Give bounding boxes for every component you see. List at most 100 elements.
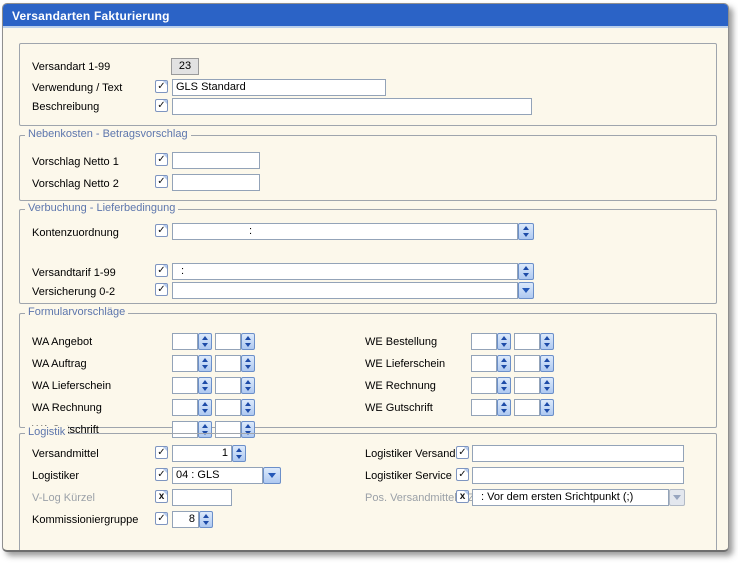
we-gutschrift-label: WE Gutschrift xyxy=(365,402,433,414)
nebenkosten-group-title: Nebenkosten - Betragsvorschlag xyxy=(25,128,191,140)
versandmittel-checkbox[interactable]: ✓ xyxy=(155,446,168,459)
kontenzuordnung-select[interactable]: : xyxy=(172,223,518,240)
we-lieferschein-spinner-1[interactable] xyxy=(497,355,511,372)
up-down-arrows-icon xyxy=(498,378,510,393)
group-formular: Formularvorschläge WA Angebot WA Auftrag… xyxy=(19,313,717,428)
we-rechnung-field-2[interactable] xyxy=(514,377,540,394)
wa-lieferschein-field-1[interactable] xyxy=(172,377,198,394)
wa-rechnung-field-1[interactable] xyxy=(172,399,198,416)
wa-rechnung-field-2[interactable] xyxy=(215,399,241,416)
logistiker-versandart-label: Logistiker Versandart xyxy=(365,448,468,460)
versicherung-dropdown-button[interactable] xyxy=(518,282,534,299)
pos-versandmittel-kz-dropdown-button xyxy=(669,489,685,506)
we-bestellung-spinner-1[interactable] xyxy=(497,333,511,350)
wa-rechnung-spinner-1[interactable] xyxy=(198,399,212,416)
kontenzuordnung-spinner-button[interactable] xyxy=(518,223,534,240)
group-nebenkosten: Nebenkosten - Betragsvorschlag Vorschlag… xyxy=(19,135,717,201)
netto2-input[interactable] xyxy=(172,174,260,191)
down-arrow-icon xyxy=(264,468,280,483)
up-down-arrows-icon xyxy=(541,334,553,349)
folded-corner-icon xyxy=(163,81,167,85)
wa-lieferschein-field-2[interactable] xyxy=(215,377,241,394)
kommissioniergruppe-spinner-button[interactable] xyxy=(199,511,213,528)
we-lieferschein-field-1[interactable] xyxy=(471,355,497,372)
wa-lieferschein-spinner-1[interactable] xyxy=(198,377,212,394)
up-down-arrows-icon xyxy=(242,334,254,349)
vlog-kuerzel-checkbox[interactable]: x xyxy=(155,490,168,503)
formular-group-title: Formularvorschläge xyxy=(25,306,128,318)
wa-auftrag-spinner-1[interactable] xyxy=(198,355,212,372)
wa-auftrag-spinner-2[interactable] xyxy=(241,355,255,372)
kommissioniergruppe-checkbox[interactable]: ✓ xyxy=(155,512,168,525)
we-bestellung-label: WE Bestellung xyxy=(365,336,437,348)
we-rechnung-spinner-1[interactable] xyxy=(497,377,511,394)
logistiker-versandart-input[interactable] xyxy=(472,445,684,462)
folded-corner-icon xyxy=(163,154,167,158)
up-down-arrows-icon xyxy=(199,378,211,393)
vlog-kuerzel-label: V-Log Kürzel xyxy=(32,492,95,504)
up-down-arrows-icon xyxy=(541,378,553,393)
logistiker-service-input[interactable] xyxy=(472,467,684,484)
up-down-arrows-icon xyxy=(200,512,212,527)
we-gutschrift-field-1[interactable] xyxy=(471,399,497,416)
versandmittel-input[interactable]: 1 xyxy=(172,445,232,462)
up-down-arrows-icon xyxy=(199,356,211,371)
we-bestellung-spinner-2[interactable] xyxy=(540,333,554,350)
down-arrow-icon xyxy=(670,490,684,505)
beschreibung-checkbox[interactable]: ✓ xyxy=(155,99,168,112)
folded-corner-icon xyxy=(163,176,167,180)
we-gutschrift-spinner-2[interactable] xyxy=(540,399,554,416)
up-down-arrows-icon xyxy=(498,400,510,415)
we-lieferschein-field-2[interactable] xyxy=(514,355,540,372)
wa-rechnung-spinner-2[interactable] xyxy=(241,399,255,416)
netto1-input[interactable] xyxy=(172,152,260,169)
versandtarif-label: Versandtarif 1-99 xyxy=(32,267,116,279)
kommissioniergruppe-input[interactable]: 8 xyxy=(172,511,199,528)
wa-angebot-field-2[interactable] xyxy=(215,333,241,350)
we-lieferschein-spinner-2[interactable] xyxy=(540,355,554,372)
netto2-checkbox[interactable]: ✓ xyxy=(155,175,168,188)
versandmittel-spinner-button[interactable] xyxy=(232,445,246,462)
kontenzuordnung-checkbox[interactable]: ✓ xyxy=(155,224,168,237)
versandtarif-select[interactable]: : xyxy=(172,263,518,280)
vlog-kuerzel-input[interactable] xyxy=(172,489,232,506)
verwendung-checkbox[interactable]: ✓ xyxy=(155,80,168,93)
wa-lieferschein-spinner-2[interactable] xyxy=(241,377,255,394)
we-rechnung-spinner-2[interactable] xyxy=(540,377,554,394)
versandarten-window: Versandarten Fakturierung Versandart 1-9… xyxy=(2,3,729,552)
wa-auftrag-field-2[interactable] xyxy=(215,355,241,372)
versicherung-select[interactable] xyxy=(172,282,518,299)
we-gutschrift-spinner-1[interactable] xyxy=(497,399,511,416)
beschreibung-input[interactable] xyxy=(172,98,532,115)
versandtarif-spinner-button[interactable] xyxy=(518,263,534,280)
wa-auftrag-field-1[interactable] xyxy=(172,355,198,372)
verwendung-input[interactable]: GLS Standard xyxy=(172,79,386,96)
logistiker-versandart-checkbox[interactable]: ✓ xyxy=(456,446,469,459)
up-down-arrows-icon xyxy=(199,400,211,415)
wa-angebot-field-1[interactable] xyxy=(172,333,198,350)
wa-angebot-spinner-1[interactable] xyxy=(198,333,212,350)
logistiker-service-label: Logistiker Service xyxy=(365,470,452,482)
logistiker-service-checkbox[interactable]: ✓ xyxy=(456,468,469,481)
wa-angebot-label: WA Angebot xyxy=(32,336,92,348)
we-rechnung-field-1[interactable] xyxy=(471,377,497,394)
versicherung-checkbox[interactable]: ✓ xyxy=(155,283,168,296)
netto1-checkbox[interactable]: ✓ xyxy=(155,153,168,166)
wa-angebot-spinner-2[interactable] xyxy=(241,333,255,350)
logistik-group-title: Logistik xyxy=(25,426,68,438)
netto1-label: Vorschlag Netto 1 xyxy=(32,156,119,168)
kontenzuordnung-label: Kontenzuordnung xyxy=(32,227,119,239)
folded-corner-icon xyxy=(464,469,468,473)
we-bestellung-field-2[interactable] xyxy=(514,333,540,350)
logistiker-select[interactable]: 04 : GLS xyxy=(172,467,263,484)
up-down-arrows-icon xyxy=(199,334,211,349)
logistiker-dropdown-button[interactable] xyxy=(263,467,281,484)
versicherung-label: Versicherung 0-2 xyxy=(32,286,115,298)
pos-versandmittel-kz-checkbox[interactable]: x xyxy=(456,490,469,503)
up-down-arrows-icon xyxy=(498,334,510,349)
logistiker-checkbox[interactable]: ✓ xyxy=(155,468,168,481)
we-gutschrift-field-2[interactable] xyxy=(514,399,540,416)
versandtarif-checkbox[interactable]: ✓ xyxy=(155,264,168,277)
folded-corner-icon xyxy=(163,469,167,473)
we-bestellung-field-1[interactable] xyxy=(471,333,497,350)
